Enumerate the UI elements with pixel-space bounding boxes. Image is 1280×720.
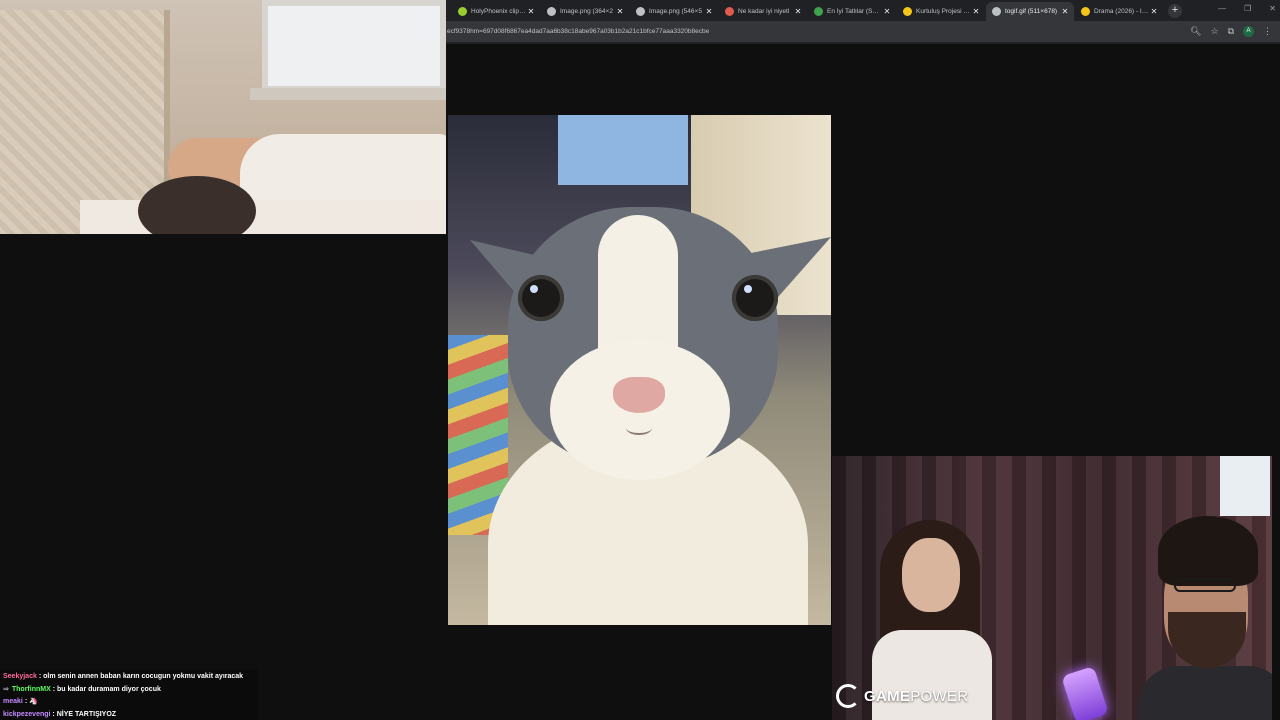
browser-window: HolyPhoenix clippe ✕ Image.png (364×2 ✕ Imag…	[446, 0, 1280, 44]
minimize-button[interactable]: —	[1218, 4, 1226, 13]
cat-left-eye	[518, 275, 564, 321]
gamepower-logo-text: GAMEPOWER	[864, 688, 968, 705]
profile-avatar[interactable]: A	[1243, 26, 1254, 37]
chat-text: : bu kadar duramam diyor çocuk	[52, 685, 161, 693]
tab-favicon-icon	[992, 7, 1001, 16]
tab-close-icon[interactable]: ✕	[704, 7, 714, 17]
tab-close-icon[interactable]: ✕	[1060, 7, 1070, 17]
tab-label: Image.png (364×2	[560, 8, 613, 15]
tab-favicon-icon	[814, 7, 823, 16]
bookmark-star-icon[interactable]: ☆	[1210, 26, 1218, 37]
logo-thin: POWER	[910, 687, 969, 705]
background-window	[558, 115, 688, 185]
man-beard	[1168, 612, 1246, 668]
streamer-facecam: GAMEPOWER	[832, 456, 1272, 720]
browser-tab[interactable]: Image.png (364×2 ✕	[541, 2, 629, 21]
chat-message: kickpezevengi : NİYE TARTIŞIYOZ	[3, 709, 255, 720]
tab-label: Image.png (546×5	[649, 8, 702, 15]
logo-bold: GAME	[864, 687, 911, 705]
menu-kebab-icon[interactable]: ⋮	[1263, 26, 1272, 37]
chat-username[interactable]: Seekyjack	[3, 673, 37, 680]
tab-favicon-icon	[547, 7, 556, 16]
cat-right-eye	[732, 275, 778, 321]
toolbar-icons: 🔍︎ ☆ ⧉ A ⋮	[1190, 26, 1280, 37]
chat-text: : NİYE TARTIŞIYOZ	[52, 710, 117, 718]
gif-image-viewer	[448, 115, 831, 625]
bedroom-window	[262, 0, 446, 92]
chat-username[interactable]: meaki	[3, 698, 23, 705]
chat-message: meaki : 🦄	[3, 696, 255, 709]
browser-tab[interactable]: HolyPhoenix clippe ✕	[452, 2, 540, 21]
gamepower-logo-icon	[836, 684, 860, 708]
tab-close-icon[interactable]: ✕	[615, 7, 625, 17]
cat-mouth	[626, 421, 652, 435]
tab-label: HolyPhoenix clippe	[471, 8, 526, 15]
tab-favicon-icon	[903, 7, 912, 16]
zoom-icon[interactable]: 🔍︎	[1190, 26, 1201, 37]
browser-tab[interactable]: togif.gif (511×678) ✕	[986, 2, 1074, 21]
facecam-window	[1220, 456, 1270, 516]
tab-strip: HolyPhoenix clippe ✕ Image.png (364×2 ✕ Imag…	[446, 0, 1280, 21]
tab-label: Drama (2026) - IMD	[1094, 8, 1149, 15]
mattress	[80, 200, 446, 234]
restore-button[interactable]: ❐	[1244, 4, 1251, 13]
browser-tab[interactable]: Drama (2026) - IMD ✕	[1075, 2, 1163, 21]
tab-close-icon[interactable]: ✕	[793, 7, 803, 17]
browser-tab[interactable]: Image.png (546×5 ✕	[630, 2, 718, 21]
man-hair	[1158, 516, 1258, 586]
tab-favicon-icon	[636, 7, 645, 16]
tab-favicon-icon	[725, 7, 734, 16]
reply-arrow-icon: ⇒	[3, 685, 9, 693]
gamepower-logo: GAMEPOWER	[836, 684, 968, 708]
chat-username[interactable]: ThorfinnMX	[12, 686, 51, 693]
chat-text: : olm senin annen baban karın cocugun yo…	[38, 673, 244, 680]
tab-close-icon[interactable]: ✕	[971, 7, 981, 17]
tab-favicon-icon	[458, 7, 467, 16]
chat-message: ⇒ ThorfinnMX : bu kadar duramam diyor çoc…	[3, 684, 255, 697]
tab-close-icon[interactable]: ✕	[526, 7, 536, 17]
url-text[interactable]: ecf9378hm=697d08f6867ea4dad7aa6b38c18abe…	[446, 28, 1190, 35]
chat-overlay: Seekyjack : olm senin annen baban karın …	[0, 669, 258, 720]
bedroom-webcam	[0, 0, 446, 234]
tab-close-icon[interactable]: ✕	[1149, 7, 1159, 17]
tab-close-icon[interactable]: ✕	[882, 7, 892, 17]
chat-username[interactable]: kickpezevengi	[3, 711, 50, 718]
chat-text: : 🦄	[24, 698, 38, 705]
address-bar[interactable]: ecf9378hm=697d08f6867ea4dad7aa6b38c18abe…	[446, 21, 1280, 42]
cat-nose	[613, 377, 665, 413]
close-window-button[interactable]: ✕	[1269, 4, 1276, 13]
stream-stage: HolyPhoenix clippe ✕ Image.png (364×2 ✕ Imag…	[0, 0, 1280, 720]
man-shirt	[1138, 666, 1272, 720]
browser-tab[interactable]: Ne kadar iyi niyetl ✕	[719, 2, 807, 21]
tab-label: togif.gif (511×678)	[1005, 8, 1058, 15]
browser-tab[interactable]: En İyi Tatlılar (SADE ✕	[808, 2, 896, 21]
browser-tab[interactable]: Kurtuluş Projesi (20 ✕	[897, 2, 985, 21]
tab-label: Kurtuluş Projesi (20	[916, 8, 971, 15]
streamer-man	[1128, 516, 1272, 720]
window-controls: — ❐ ✕	[1218, 4, 1276, 13]
woman-face	[902, 538, 960, 612]
tab-label: En İyi Tatlılar (SADE	[827, 8, 882, 15]
window-sill	[250, 88, 446, 100]
tab-favicon-icon	[1081, 7, 1090, 16]
tab-label: Ne kadar iyi niyetl	[738, 8, 790, 15]
chat-message: Seekyjack : olm senin annen baban karın …	[3, 671, 255, 684]
extensions-icon[interactable]: ⧉	[1228, 26, 1234, 37]
man-glasses	[1174, 578, 1236, 592]
new-tab-button[interactable]: +	[1168, 4, 1182, 18]
